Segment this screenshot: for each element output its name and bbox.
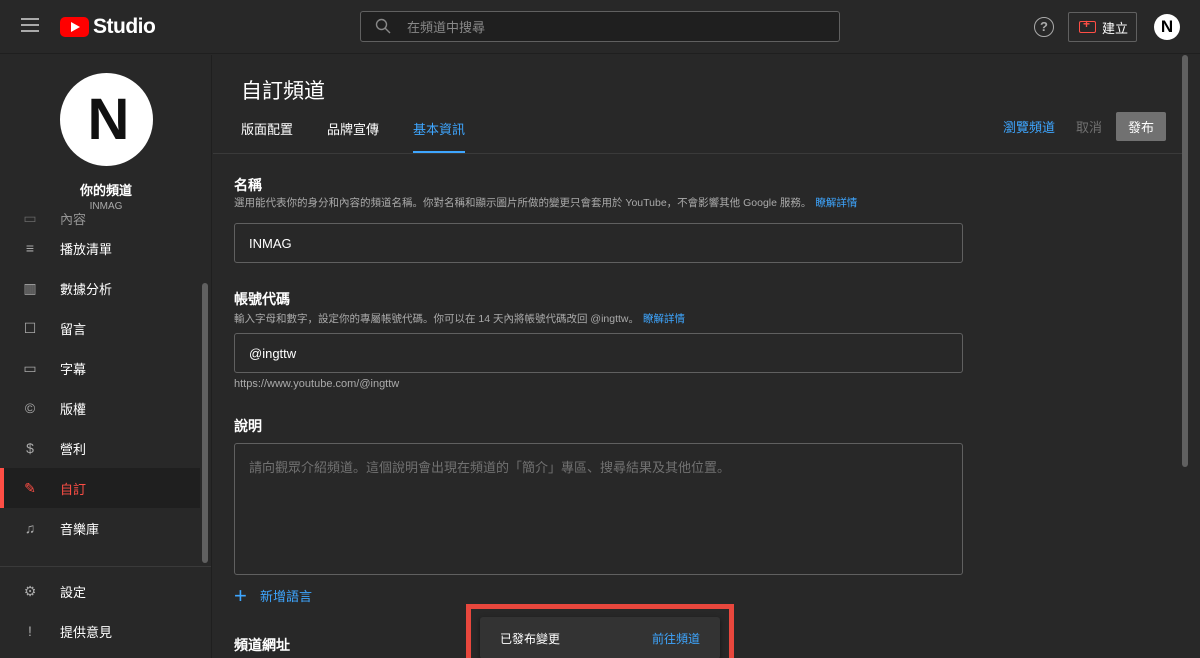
- sidebar-divider: [0, 566, 211, 567]
- tabs-divider: [213, 153, 1188, 154]
- handle-description-text: 輸入字母和數字，設定你的專屬帳號代碼。你可以在 14 天內將帳號代碼改回 @in…: [234, 313, 640, 325]
- monetization-icon: $: [26, 440, 34, 456]
- tab-basic-info[interactable]: 基本資訊: [413, 119, 466, 154]
- account-avatar[interactable]: N: [1154, 14, 1180, 40]
- handle-section-description: 輸入字母和數字，設定你的專屬帳號代碼。你可以在 14 天內將帳號代碼改回 @in…: [234, 311, 685, 326]
- create-button[interactable]: 建立: [1068, 12, 1137, 42]
- go-to-channel-link[interactable]: 前往頻道: [652, 630, 700, 647]
- sidebar-item-label: 自訂: [60, 481, 87, 497]
- sidebar-item-settings[interactable]: ⚙ 設定: [0, 571, 200, 611]
- sidebar-item-content[interactable]: ▭ 內容: [0, 208, 200, 228]
- tab-branding[interactable]: 品牌宣傳: [327, 119, 379, 154]
- comments-icon: ☐: [23, 319, 37, 336]
- url-section-title: 頻道網址: [234, 637, 290, 653]
- handle-field-value: @ingttw: [249, 346, 297, 361]
- content-icon: ▭: [23, 209, 37, 226]
- sidebar-item-feedback[interactable]: ! 提供意見: [0, 611, 200, 651]
- sidebar-item-customization[interactable]: ✎ 自訂: [0, 468, 200, 508]
- plus-icon: +: [234, 582, 247, 608]
- menu-icon[interactable]: [21, 18, 39, 32]
- name-description-text: 選用能代表你的身分和內容的頻道名稱。你對名稱和顯示圖片所做的變更只會套用於 Yo…: [234, 197, 812, 209]
- sidebar-item-label: 營利: [60, 441, 87, 457]
- channel-avatar[interactable]: N: [60, 73, 153, 166]
- sidebar-item-playlists[interactable]: ≡ 播放清單: [0, 228, 200, 268]
- tab-bar: 版面配置 品牌宣傳 基本資訊: [241, 119, 499, 154]
- description-placeholder: 請向觀眾介紹頻道。這個說明會出現在頻道的「簡介」專區、搜尋結果及其他位置。: [249, 460, 731, 475]
- sidebar-item-label: 內容: [60, 211, 87, 227]
- studio-logo[interactable]: Studio: [60, 15, 156, 39]
- name-field-value: INMAG: [249, 236, 292, 251]
- sidebar-scrollbar[interactable]: [202, 283, 208, 563]
- tab-layout[interactable]: 版面配置: [241, 119, 293, 154]
- snackbar: 已發布變更 前往頻道: [480, 617, 720, 658]
- sidebar-item-copyright[interactable]: © 版權: [0, 388, 200, 428]
- customization-icon: ✎: [24, 479, 36, 496]
- playlist-icon: ≡: [25, 240, 35, 256]
- search-box[interactable]: [360, 11, 840, 42]
- audio-library-icon: ♫: [24, 520, 36, 536]
- top-bar: Studio ? 建立 N: [0, 0, 1200, 54]
- name-field[interactable]: INMAG: [234, 223, 963, 263]
- feedback-icon: !: [28, 623, 32, 639]
- sidebar-bottom-nav: ⚙ 設定 ! 提供意見: [0, 571, 200, 651]
- sidebar-item-label: 提供意見: [60, 624, 113, 640]
- copyright-icon: ©: [24, 400, 36, 416]
- sidebar-item-monetization[interactable]: $ 營利: [0, 428, 200, 468]
- sidebar-item-label: 版權: [60, 401, 87, 417]
- logo-text: Studio: [93, 15, 156, 38]
- description-field[interactable]: 請向觀眾介紹頻道。這個說明會出現在頻道的「簡介」專區、搜尋結果及其他位置。: [234, 443, 963, 575]
- add-language-label: 新增語言: [260, 589, 313, 604]
- youtube-play-icon: [60, 17, 89, 37]
- create-label: 建立: [1102, 20, 1129, 36]
- sidebar-item-label: 播放清單: [60, 241, 113, 257]
- publish-button[interactable]: 發布: [1116, 112, 1166, 141]
- sidebar-item-label: 音樂庫: [60, 521, 100, 537]
- sidebar-item-analytics[interactable]: ▥ 數據分析: [0, 268, 200, 308]
- handle-url: https://www.youtube.com/@ingttw: [234, 378, 400, 390]
- search-icon: [375, 18, 391, 34]
- channel-avatar-letter: N: [87, 87, 130, 152]
- sidebar-item-audio-library[interactable]: ♫ 音樂庫: [0, 508, 200, 548]
- cancel-button[interactable]: 取消: [1076, 117, 1102, 136]
- analytics-icon: ▥: [23, 279, 37, 296]
- channel-title: 你的頻道: [79, 183, 132, 198]
- name-learn-more-link[interactable]: 瞭解詳情: [815, 197, 857, 209]
- description-section-title: 說明: [234, 418, 262, 434]
- header-actions: 瀏覽頻道 取消 發布: [1003, 112, 1166, 141]
- subtitles-icon: ▭: [23, 359, 37, 376]
- search-input[interactable]: [407, 16, 827, 38]
- main-scrollbar[interactable]: [1182, 55, 1188, 467]
- name-section-title: 名稱: [234, 177, 262, 193]
- sidebar-item-label: 數據分析: [60, 281, 113, 297]
- handle-field[interactable]: @ingttw: [234, 333, 963, 373]
- settings-icon: ⚙: [23, 582, 37, 599]
- snackbar-message: 已發布變更: [500, 631, 561, 646]
- name-section-description: 選用能代表你的身分和內容的頻道名稱。你對名稱和顯示圖片所做的變更只會套用於 Yo…: [234, 195, 857, 210]
- sidebar-item-comments[interactable]: ☐ 留言: [0, 308, 200, 348]
- sidebar-item-label: 字幕: [60, 361, 87, 377]
- create-video-icon: [1079, 17, 1096, 33]
- sidebar: N 你的頻道 INMAG ▭ 內容 ≡ 播放清單 ▥ 數據分析 ☐ 留言 ▭ 字…: [0, 55, 212, 658]
- help-icon[interactable]: ?: [1034, 17, 1054, 37]
- handle-section-title: 帳號代碼: [234, 291, 290, 307]
- page-title: 自訂頻道: [241, 80, 325, 103]
- view-channel-button[interactable]: 瀏覽頻道: [1003, 117, 1055, 136]
- sidebar-nav: ▭ 內容 ≡ 播放清單 ▥ 數據分析 ☐ 留言 ▭ 字幕 © 版權 $ 營利 ✎: [0, 208, 200, 548]
- sidebar-item-subtitles[interactable]: ▭ 字幕: [0, 348, 200, 388]
- main-content: 自訂頻道 版面配置 品牌宣傳 基本資訊 瀏覽頻道 取消 發布 名稱 選用能代表你…: [213, 55, 1188, 658]
- sidebar-item-label: 留言: [60, 321, 87, 337]
- sidebar-item-label: 設定: [60, 584, 87, 600]
- add-language-button[interactable]: + 新增語言: [234, 582, 313, 608]
- handle-learn-more-link[interactable]: 瞭解詳情: [643, 313, 685, 325]
